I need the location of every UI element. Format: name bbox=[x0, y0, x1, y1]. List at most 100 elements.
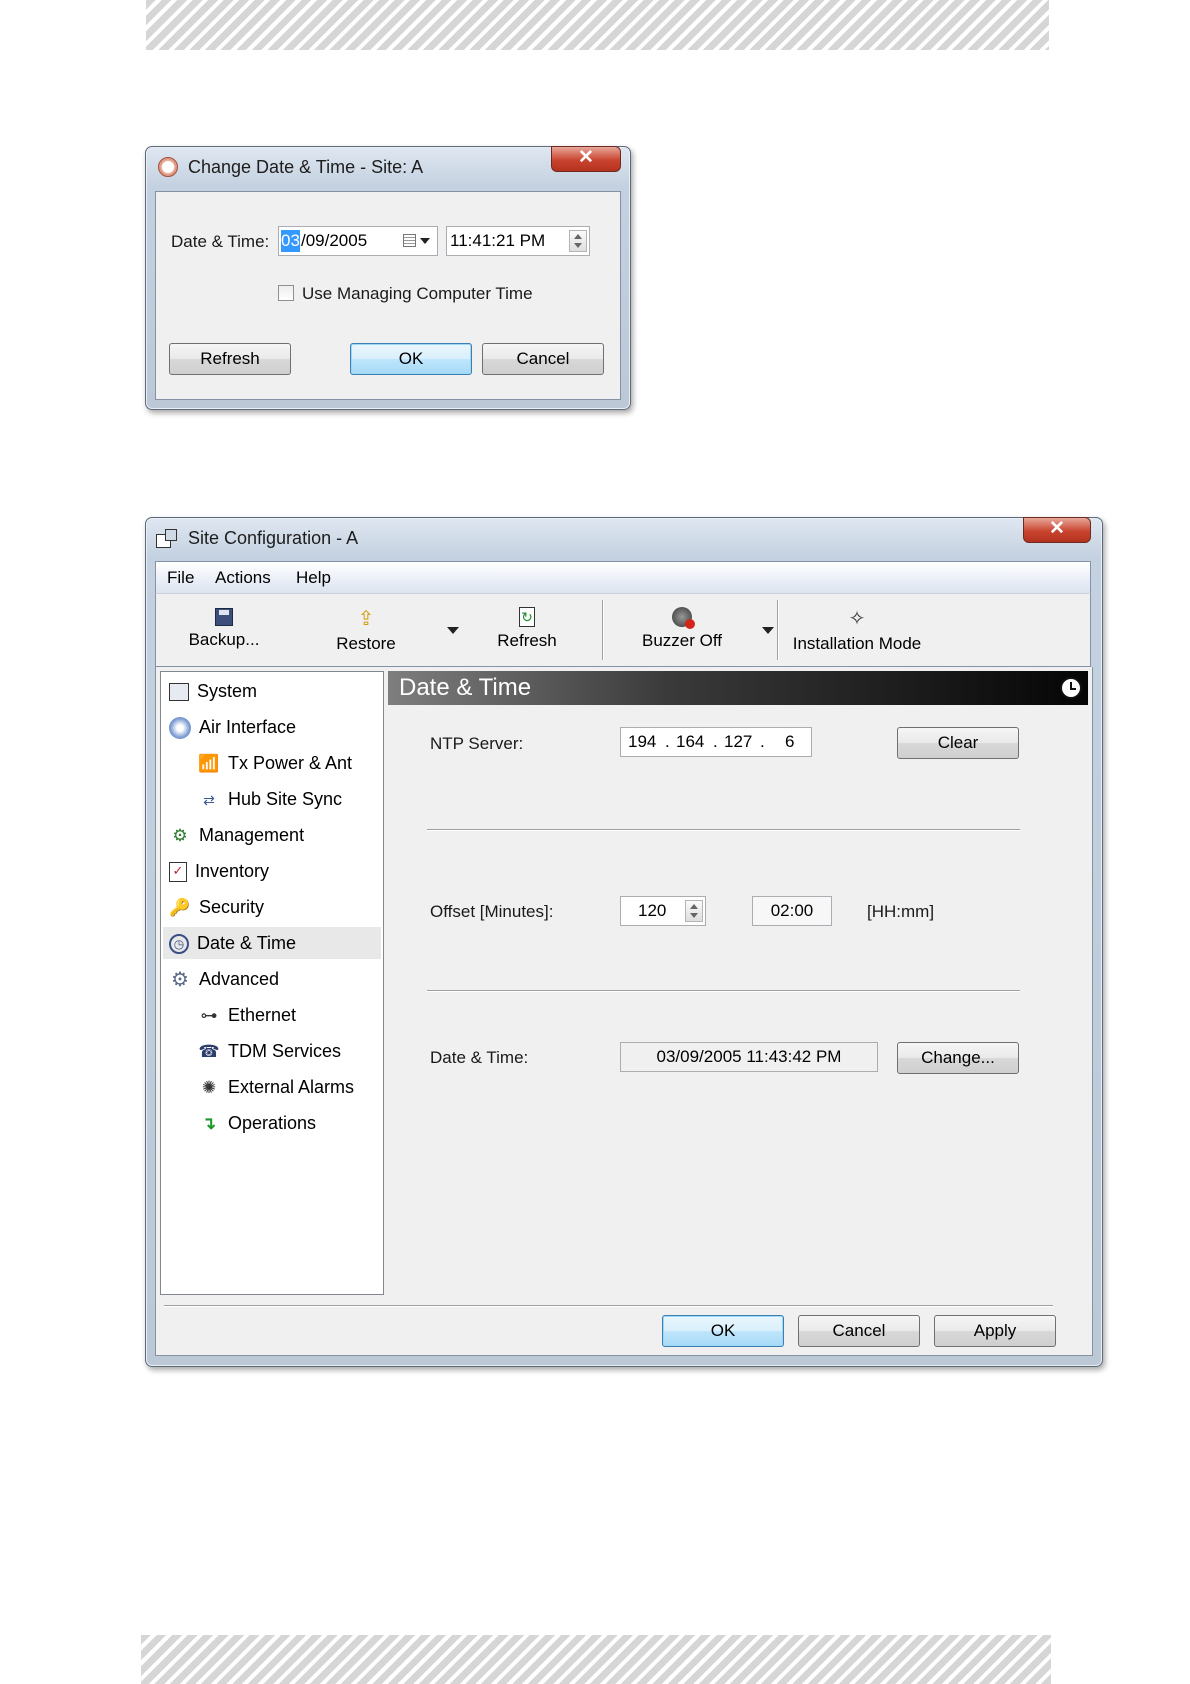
panel-clock-icon bbox=[1060, 677, 1082, 699]
ntp-dot-1: . bbox=[665, 732, 670, 751]
site-configuration-window: Site Configuration - A ✕ File Actions He… bbox=[145, 517, 1103, 1367]
dialog-refresh-button[interactable]: Refresh bbox=[169, 343, 291, 375]
toolbar: Backup... ⇪ Restore ↻ Refresh Buzzer Off… bbox=[155, 593, 1091, 667]
site-title: Site Configuration - A bbox=[188, 528, 359, 548]
tree-item-hub-site-sync[interactable]: ⇄ Hub Site Sync bbox=[198, 783, 342, 815]
tree-item-air-interface[interactable]: Air Interface bbox=[169, 711, 296, 743]
security-icon: 🔑 bbox=[169, 898, 191, 918]
dialog-client-area: Date & Time: 03 /09/2005 11:41:21 PM Use… bbox=[155, 191, 621, 400]
advanced-icon: ⚙ bbox=[171, 969, 189, 992]
ntp-server-label: NTP Server: bbox=[430, 734, 524, 753]
change-date-time-dialog: Change Date & Time - Site: A ✕ Date & Ti… bbox=[145, 146, 631, 410]
dialog-ok-button[interactable]: OK bbox=[350, 343, 472, 375]
ntp-server-ip-input[interactable]: 194 . 164 . 127 . 6 bbox=[620, 727, 812, 757]
air-interface-icon bbox=[169, 717, 191, 740]
tree-item-date-time[interactable]: ◷ Date & Time bbox=[163, 927, 381, 959]
backup-button[interactable]: Backup... bbox=[184, 594, 264, 664]
menu-actions[interactable]: Actions bbox=[215, 568, 271, 588]
ntp-dot-3: . bbox=[760, 732, 765, 751]
time-spinner[interactable] bbox=[569, 230, 587, 252]
site-close-button[interactable]: ✕ bbox=[1023, 517, 1091, 543]
panel-separator-1 bbox=[427, 829, 1020, 830]
buzzer-label: Buzzer Off bbox=[642, 631, 722, 650]
change-button[interactable]: Change... bbox=[897, 1042, 1019, 1074]
date-time-label: Date & Time: bbox=[171, 232, 270, 251]
clear-button[interactable]: Clear bbox=[897, 727, 1019, 759]
menu-help[interactable]: Help bbox=[296, 568, 331, 588]
tree-item-inventory[interactable]: ✓ Inventory bbox=[169, 855, 269, 887]
tdm-icon: ☎ bbox=[198, 1042, 220, 1062]
offset-hhmm-display: 02:00 bbox=[752, 896, 832, 926]
calendar-dropdown-icon[interactable] bbox=[403, 234, 431, 248]
panel-separator-2 bbox=[427, 990, 1020, 991]
ntp-octet-3[interactable]: 127 bbox=[724, 728, 752, 756]
inventory-icon: ✓ bbox=[169, 862, 187, 883]
toolbar-separator bbox=[602, 600, 603, 660]
menu-file[interactable]: File bbox=[167, 568, 194, 588]
system-icon bbox=[169, 683, 189, 702]
panel-header-title: Date & Time bbox=[399, 674, 532, 701]
navigation-tree: System Air Interface 📶 Tx Power & Ant ⇄ Hu… bbox=[160, 671, 384, 1295]
time-value: 11:41:21 PM bbox=[450, 231, 546, 250]
alarm-icon: ✺ bbox=[201, 1078, 217, 1098]
dialog-close-button[interactable]: ✕ bbox=[551, 146, 621, 172]
buzzer-dropdown-arrow[interactable] bbox=[762, 627, 774, 634]
date-remaining-text: /09/2005 bbox=[301, 231, 368, 250]
site-apply-button[interactable]: Apply bbox=[934, 1315, 1056, 1347]
tree-item-system[interactable]: System bbox=[169, 675, 257, 707]
offset-minutes-input[interactable]: 120 bbox=[620, 896, 706, 926]
date-selected-segment[interactable]: 03 bbox=[281, 230, 300, 252]
buzzer-off-button[interactable]: Buzzer Off bbox=[640, 594, 724, 664]
restore-icon: ⇪ bbox=[357, 608, 375, 630]
installation-mode-button[interactable]: ✧ Installation Mode bbox=[792, 594, 922, 664]
offset-minutes-label: Offset [Minutes]: bbox=[430, 902, 554, 921]
site-config-icon bbox=[156, 529, 178, 549]
time-picker[interactable]: 11:41:21 PM bbox=[446, 226, 590, 256]
toolbar-separator-2 bbox=[777, 600, 778, 660]
offset-spinner[interactable] bbox=[685, 900, 703, 922]
operations-icon: ↴ bbox=[201, 1114, 217, 1134]
refresh-label: Refresh bbox=[497, 631, 557, 650]
installation-mode-icon: ✧ bbox=[848, 608, 866, 630]
panel-date-time-label: Date & Time: bbox=[430, 1048, 529, 1067]
panel-header: Date & Time bbox=[388, 671, 1088, 705]
restore-button[interactable]: ⇪ Restore bbox=[331, 594, 401, 664]
tree-item-tdm-services[interactable]: ☎ TDM Services bbox=[198, 1035, 341, 1067]
tree-item-operations[interactable]: ↴ Operations bbox=[198, 1107, 316, 1139]
dialog-cancel-button[interactable]: Cancel bbox=[482, 343, 604, 375]
tree-item-management[interactable]: ⚙ Management bbox=[169, 819, 304, 851]
ethernet-icon: ⊶ bbox=[200, 1006, 218, 1026]
buzzer-icon bbox=[672, 607, 695, 629]
tree-item-external-alarms[interactable]: ✺ External Alarms bbox=[198, 1071, 354, 1103]
restore-dropdown-arrow[interactable] bbox=[447, 627, 459, 634]
menu-bar: File Actions Help bbox=[155, 561, 1091, 593]
refresh-button[interactable]: ↻ Refresh bbox=[491, 594, 563, 664]
backup-label: Backup... bbox=[188, 630, 260, 649]
ntp-octet-4[interactable]: 6 bbox=[785, 728, 794, 756]
sync-icon: ⇄ bbox=[203, 792, 215, 809]
ntp-dot-2: . bbox=[713, 732, 718, 751]
installation-mode-label: Installation Mode bbox=[792, 634, 922, 653]
footer-hatch-band bbox=[141, 1635, 1051, 1684]
bottom-separator bbox=[164, 1305, 1053, 1306]
use-managing-time-label[interactable]: Use Managing Computer Time bbox=[302, 284, 533, 304]
clock-icon: ◷ bbox=[169, 934, 189, 955]
use-managing-time-checkbox[interactable] bbox=[278, 285, 294, 301]
ntp-octet-2[interactable]: 164 bbox=[676, 728, 704, 756]
site-cancel-button[interactable]: Cancel bbox=[798, 1315, 920, 1347]
date-picker[interactable]: 03 /09/2005 bbox=[278, 226, 438, 256]
site-ok-button[interactable]: OK bbox=[662, 1315, 784, 1347]
tree-item-security[interactable]: 🔑 Security bbox=[169, 891, 264, 923]
ntp-octet-1[interactable]: 194 bbox=[628, 728, 656, 756]
tree-item-tx-power-ant[interactable]: 📶 Tx Power & Ant bbox=[198, 747, 352, 779]
site-main-area: System Air Interface 📶 Tx Power & Ant ⇄ Hu… bbox=[155, 667, 1093, 1356]
dialog-title: Change Date & Time - Site: A bbox=[188, 157, 424, 177]
dialog-titlebar[interactable]: Change Date & Time - Site: A ✕ bbox=[146, 146, 630, 187]
clock-icon bbox=[158, 157, 178, 177]
floppy-disk-icon bbox=[215, 608, 233, 626]
tree-item-advanced[interactable]: ⚙ Advanced bbox=[169, 963, 279, 995]
tree-item-ethernet[interactable]: ⊶ Ethernet bbox=[198, 999, 297, 1031]
hhmm-unit-label: [HH:mm] bbox=[867, 902, 935, 921]
header-hatch-band bbox=[146, 0, 1049, 50]
site-titlebar[interactable]: Site Configuration - A ✕ bbox=[146, 517, 1102, 558]
